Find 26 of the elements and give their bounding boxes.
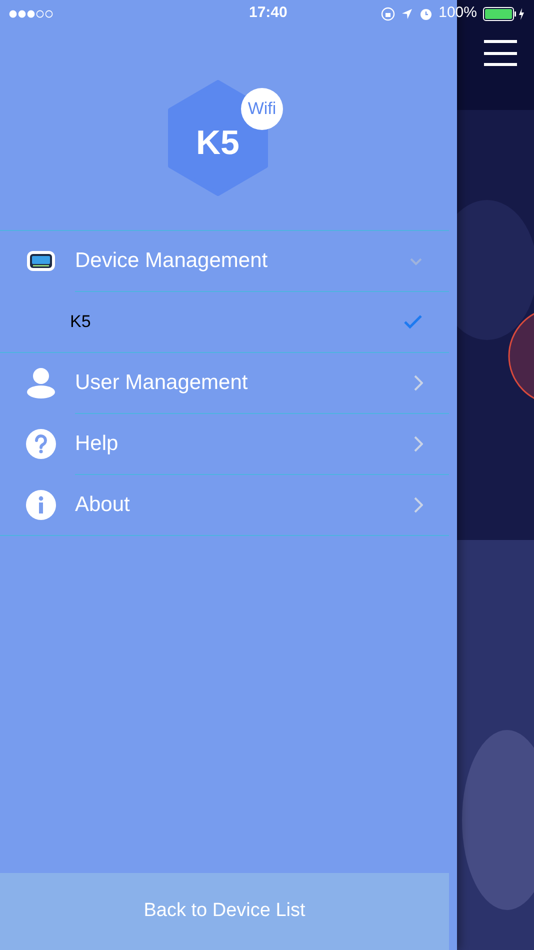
person-icon [26,367,56,399]
menu-item[interactable]: Device Management [0,231,449,291]
chevron-icon [413,436,423,452]
menu-label: About [75,492,131,518]
menu-item[interactable]: About [0,475,449,535]
menu-item[interactable]: User Management [0,353,449,413]
logo-title: K5 [196,123,240,164]
help-icon [26,429,56,459]
location-icon [400,8,413,20]
device-name: K5 [70,311,92,334]
menu-label: Help [75,431,120,458]
battery-icon [483,6,525,20]
device-list-item[interactable]: K5 [0,292,449,352]
status-time: 17:40 [249,3,288,24]
menu-button[interactable] [484,40,517,66]
tablet-icon [26,250,56,272]
rotation-lock-icon [380,6,395,20]
alarm-icon [418,6,433,20]
menu-item[interactable]: Help [0,414,449,474]
chevron-icon [413,375,423,391]
info-icon [26,490,56,520]
menu-label: Device Management [75,248,269,274]
chevron-icon [413,497,423,513]
back-button[interactable]: Back to Device List [0,873,449,950]
menu-label: User Management [75,370,249,396]
signal-icon [9,10,53,18]
